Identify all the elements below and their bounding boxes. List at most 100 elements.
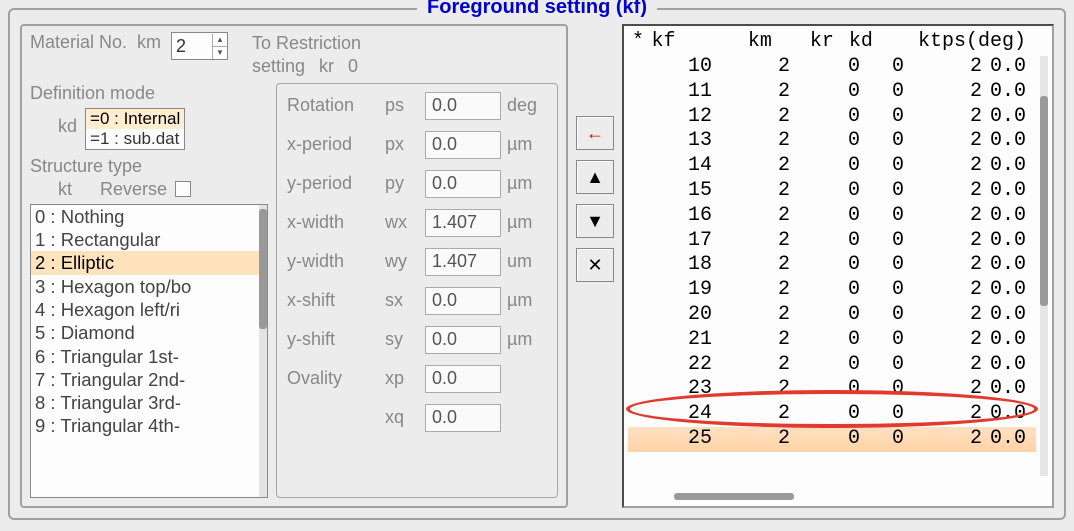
col-kd: kd — [834, 30, 873, 53]
up-button[interactable]: ▲ — [576, 160, 614, 194]
col-kf: kf — [651, 30, 702, 53]
kr-value: 0 — [348, 55, 358, 78]
to-restriction-l1: To Restriction — [252, 32, 361, 55]
table-row[interactable]: 1420020.0 — [628, 154, 1036, 179]
list-item[interactable]: 8 : Triangular 3rd- — [31, 391, 259, 414]
table-row[interactable]: 2020020.0 — [628, 303, 1036, 328]
param-unit: um — [507, 251, 547, 272]
param-sym: sx — [385, 290, 419, 311]
list-item[interactable]: 1 : Rectangular — [31, 228, 259, 251]
table-row[interactable]: 2520020.0 — [628, 427, 1036, 452]
kd-options[interactable]: =0 : Internal=1 : sub.dat — [85, 108, 185, 150]
param-name: y-shift — [287, 329, 379, 350]
table-row[interactable]: 1320020.0 — [628, 129, 1036, 154]
param-sym: py — [385, 173, 419, 194]
param-row: y-shiftsyµm — [287, 326, 547, 354]
table-row[interactable]: 2220020.0 — [628, 353, 1036, 378]
list-item[interactable]: 2 : Elliptic — [31, 251, 259, 274]
col-kr: kr — [772, 30, 834, 53]
kd-option[interactable]: =0 : Internal — [86, 109, 184, 129]
param-row: y-period py µm — [287, 170, 547, 198]
list-item[interactable]: 6 : Triangular 1st- — [31, 345, 259, 368]
param-input[interactable] — [425, 209, 501, 237]
list-item[interactable]: 3 : Hexagon top/bo — [31, 275, 259, 298]
table-row[interactable]: 1820020.0 — [628, 253, 1036, 278]
param-input[interactable] — [425, 287, 501, 315]
param-row: xq — [287, 404, 547, 432]
param-name: y-period — [287, 173, 379, 194]
param-sym: xp — [385, 368, 419, 389]
col-ps: ps(deg) — [942, 30, 1032, 53]
back-button[interactable]: ← — [576, 116, 614, 150]
parameter-box: Rotationpsdegx-periodpxµmy-periodpyµmx-w… — [276, 83, 558, 498]
kt-sym: kt — [58, 179, 72, 200]
spin-down-icon[interactable]: ▼ — [213, 47, 227, 59]
table-hscroll[interactable] — [674, 493, 794, 500]
reverse-checkbox[interactable] — [175, 181, 191, 197]
param-input[interactable] — [425, 404, 501, 432]
param-input[interactable] — [425, 326, 501, 354]
to-restriction-l2: setting — [252, 55, 305, 78]
material-spinbox[interactable]: ▲ ▼ — [171, 32, 228, 60]
list-item[interactable]: 7 : Triangular 2nd- — [31, 368, 259, 391]
fieldset-title: Foreground setting (kf) — [417, 0, 657, 19]
table-body: 1020020.01120020.01220020.01320020.01420… — [628, 55, 1036, 452]
param-name: x-width — [287, 212, 379, 233]
table-row[interactable]: 2120020.0 — [628, 328, 1036, 353]
param-row: y-width wy um — [287, 248, 547, 276]
delete-button[interactable]: ✕ — [576, 248, 614, 282]
col-star: * — [632, 30, 651, 53]
table-scrollbar[interactable] — [1040, 56, 1048, 476]
kd-sym: kd — [58, 116, 77, 137]
listbox-scrollbar[interactable] — [259, 205, 267, 497]
material-input[interactable] — [172, 34, 212, 58]
data-table[interactable]: * kf km kr kd kt ps(deg) 1020020.0112002… — [622, 24, 1054, 508]
param-input[interactable] — [425, 170, 501, 198]
table-row[interactable]: 1720020.0 — [628, 229, 1036, 254]
param-sym: ps — [385, 95, 419, 116]
button-column: ← ▲ ▼ ✕ — [576, 116, 614, 508]
param-input[interactable] — [425, 92, 501, 120]
list-item[interactable]: 5 : Diamond — [31, 321, 259, 344]
table-row[interactable]: 2320020.0 — [628, 377, 1036, 402]
spin-up-icon[interactable]: ▲ — [213, 34, 227, 47]
param-unit: µm — [507, 173, 547, 194]
triangle-down-icon: ▼ — [586, 211, 604, 232]
param-unit: µm — [507, 212, 547, 233]
param-sym: wx — [385, 212, 419, 233]
list-item[interactable]: 4 : Hexagon left/ri — [31, 298, 259, 321]
param-name: Rotation — [287, 95, 379, 116]
col-kt: kt — [873, 30, 942, 53]
param-name: y-width — [287, 251, 379, 272]
table-row[interactable]: 1920020.0 — [628, 278, 1036, 303]
table-header: * kf km kr kd kt ps(deg) — [628, 30, 1036, 55]
table-row[interactable]: 1020020.0 — [628, 55, 1036, 80]
param-sym: xq — [385, 407, 419, 428]
to-restriction-block: To Restriction setting kr 0 — [252, 32, 361, 79]
param-input[interactable] — [425, 365, 501, 393]
structure-type-label: Structure type — [30, 156, 268, 177]
param-row: x-width wx µm — [287, 209, 547, 237]
definition-mode-label: Definition mode — [30, 83, 268, 104]
material-label: Material No. — [30, 32, 127, 53]
list-item[interactable]: 9 : Triangular 4th- — [31, 414, 259, 437]
param-row: Ovalityxp — [287, 365, 547, 393]
kr-sym: kr — [319, 55, 334, 78]
param-row: x-shift sx µm — [287, 287, 547, 315]
param-input[interactable] — [425, 248, 501, 276]
kd-option[interactable]: =1 : sub.dat — [86, 129, 184, 149]
triangle-up-icon: ▲ — [586, 167, 604, 188]
down-button[interactable]: ▼ — [576, 204, 614, 238]
table-row[interactable]: 2420020.0 — [628, 402, 1036, 427]
table-row[interactable]: 1220020.0 — [628, 105, 1036, 130]
param-input[interactable] — [425, 131, 501, 159]
table-row[interactable]: 1520020.0 — [628, 179, 1036, 204]
param-sym: wy — [385, 251, 419, 272]
left-panel: Material No. km ▲ ▼ To Restriction setti… — [20, 24, 568, 508]
list-item[interactable]: 0 : Nothing — [31, 205, 259, 228]
table-row[interactable]: 1120020.0 — [628, 80, 1036, 105]
table-row[interactable]: 1620020.0 — [628, 204, 1036, 229]
param-unit: µm — [507, 290, 547, 311]
structure-listbox[interactable]: 0 : Nothing1 : Rectangular2 : Elliptic3 … — [30, 204, 268, 498]
param-name: x-shift — [287, 290, 379, 311]
